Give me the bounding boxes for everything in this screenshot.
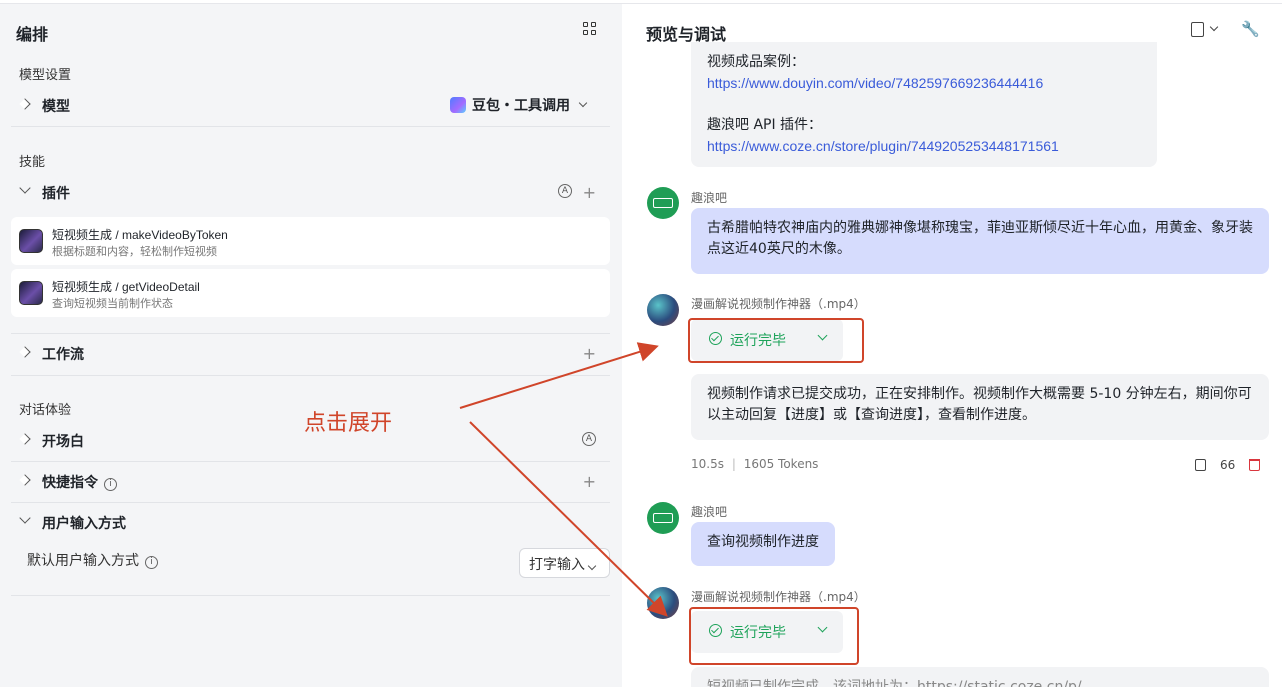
skills-section-title: 技能 <box>19 155 46 170</box>
add-plugin-button[interactable]: + <box>583 183 596 202</box>
doubao-logo-icon <box>450 97 466 113</box>
chevron-right-icon <box>19 433 31 445</box>
orchestration-panel: 编排 模型设置 模型 豆包・工具调用 技能 插件 A + 短视频生成 / mak… <box>0 4 622 687</box>
plugin-card[interactable]: 短视频生成 / getVideoDetail 查询短视频当前制作状态 <box>11 269 610 317</box>
divider <box>11 333 610 334</box>
user-avatar <box>647 187 679 219</box>
sender-name: 趣浪吧 <box>691 191 728 205</box>
sender-name: 漫画解说视频制作神器（.mp4） <box>691 297 866 311</box>
preview-panel: 预览与调试 🔧 视频成品案例： https://www.douyin.com/v… <box>622 4 1282 687</box>
divider <box>11 595 610 596</box>
input-mode-label: 用户输入方式 <box>42 516 126 532</box>
default-input-label: 默认用户输入方式 i <box>27 550 158 570</box>
case-link[interactable]: https://www.douyin.com/video/74825976692… <box>707 73 1141 94</box>
user-message-bubble: 古希腊帕特农神庙内的雅典娜神像堪称瑰宝，菲迪亚斯倾尽近十年心血，用黄金、象牙装点… <box>691 208 1269 274</box>
bot-avatar <box>647 587 679 619</box>
bot-message-bubble-partial: 短视频已制作完成，该词地址为：https://static.coze.cn/p/… <box>691 667 1269 687</box>
quote-icon[interactable]: 66 <box>1220 458 1235 472</box>
chevron-down-icon <box>19 512 31 524</box>
bot-message-bubble: 视频制作请求已提交成功，正在安排制作。视频制作大概需要 5-10 分钟左右，期间… <box>691 374 1269 440</box>
bot-message-bubble: 视频成品案例： https://www.douyin.com/video/748… <box>691 42 1157 167</box>
model-row[interactable]: 模型 豆包・工具调用 <box>11 87 610 127</box>
shortcut-row[interactable]: 快捷指令 i + <box>11 463 610 503</box>
shortcut-label: 快捷指令 i <box>42 472 117 492</box>
plugin-desc: 查询短视频当前制作状态 <box>52 297 173 310</box>
chevron-right-icon <box>19 98 31 110</box>
sender-name: 漫画解说视频制作神器（.mp4） <box>691 590 866 604</box>
model-value: 豆包・工具调用 <box>472 98 570 114</box>
user-message-bubble: 查询视频制作进度 <box>691 522 835 566</box>
document-icon[interactable] <box>1191 22 1204 37</box>
model-section-title: 模型设置 <box>19 68 72 83</box>
case-label: 视频成品案例： <box>707 54 805 70</box>
message-actions: 66 <box>1195 458 1261 472</box>
plugin-thumbnail <box>19 229 43 253</box>
opening-label: 开场白 <box>42 434 84 450</box>
plugin-api-label: 趣浪吧 API 插件： <box>707 117 823 133</box>
annotation-label: 点击展开 <box>304 411 393 436</box>
input-mode-row[interactable]: 用户输入方式 <box>11 504 610 544</box>
divider <box>11 375 610 376</box>
plugin-api-link[interactable]: https://www.coze.cn/store/plugin/7449205… <box>707 136 1141 157</box>
highlight-frame <box>689 607 859 665</box>
panel-title: 编排 <box>16 25 49 44</box>
highlight-frame <box>688 318 864 363</box>
user-avatar <box>647 502 679 534</box>
plugins-row[interactable]: 插件 A + <box>11 174 610 214</box>
wrench-icon[interactable]: 🔧 <box>1241 20 1260 38</box>
plugin-name: 短视频生成 / makeVideoByToken <box>52 228 228 242</box>
workflow-label: 工作流 <box>42 347 84 363</box>
workflow-row[interactable]: 工作流 + <box>11 335 610 375</box>
add-shortcut-button[interactable]: + <box>583 472 596 491</box>
delete-icon[interactable] <box>1249 459 1261 471</box>
chevron-down-icon <box>578 98 588 108</box>
layout-grid-icon[interactable] <box>583 22 597 36</box>
copy-icon[interactable] <box>1195 459 1206 471</box>
auto-icon[interactable]: A <box>582 432 596 446</box>
chevron-right-icon <box>19 346 31 358</box>
info-icon[interactable]: i <box>104 478 117 491</box>
chevron-down-icon <box>19 182 31 194</box>
bot-avatar <box>647 294 679 326</box>
chat-section-title: 对话体验 <box>19 403 72 418</box>
info-icon[interactable]: i <box>145 556 158 569</box>
add-workflow-button[interactable]: + <box>583 344 596 363</box>
chevron-right-icon <box>19 474 31 486</box>
message-meta: 10.5s | 1605 Tokens <box>691 457 819 471</box>
auto-icon[interactable]: A <box>558 184 572 198</box>
plugin-thumbnail <box>19 281 43 305</box>
input-mode-select[interactable]: 打字输入 <box>519 548 610 578</box>
sender-name: 趣浪吧 <box>691 505 728 519</box>
chevron-down-icon <box>587 561 597 571</box>
divider <box>11 461 610 462</box>
plugin-card[interactable]: 短视频生成 / makeVideoByToken 根据标题和内容，轻松制作短视频 <box>11 217 610 265</box>
model-label: 模型 <box>42 99 70 115</box>
plugin-name: 短视频生成 / getVideoDetail <box>52 280 200 294</box>
plugins-label: 插件 <box>42 186 70 202</box>
model-selector[interactable]: 豆包・工具调用 <box>450 95 588 115</box>
divider <box>11 502 610 503</box>
chevron-down-icon[interactable] <box>1209 22 1219 32</box>
plugin-desc: 根据标题和内容，轻松制作短视频 <box>52 245 217 258</box>
divider <box>11 126 610 127</box>
